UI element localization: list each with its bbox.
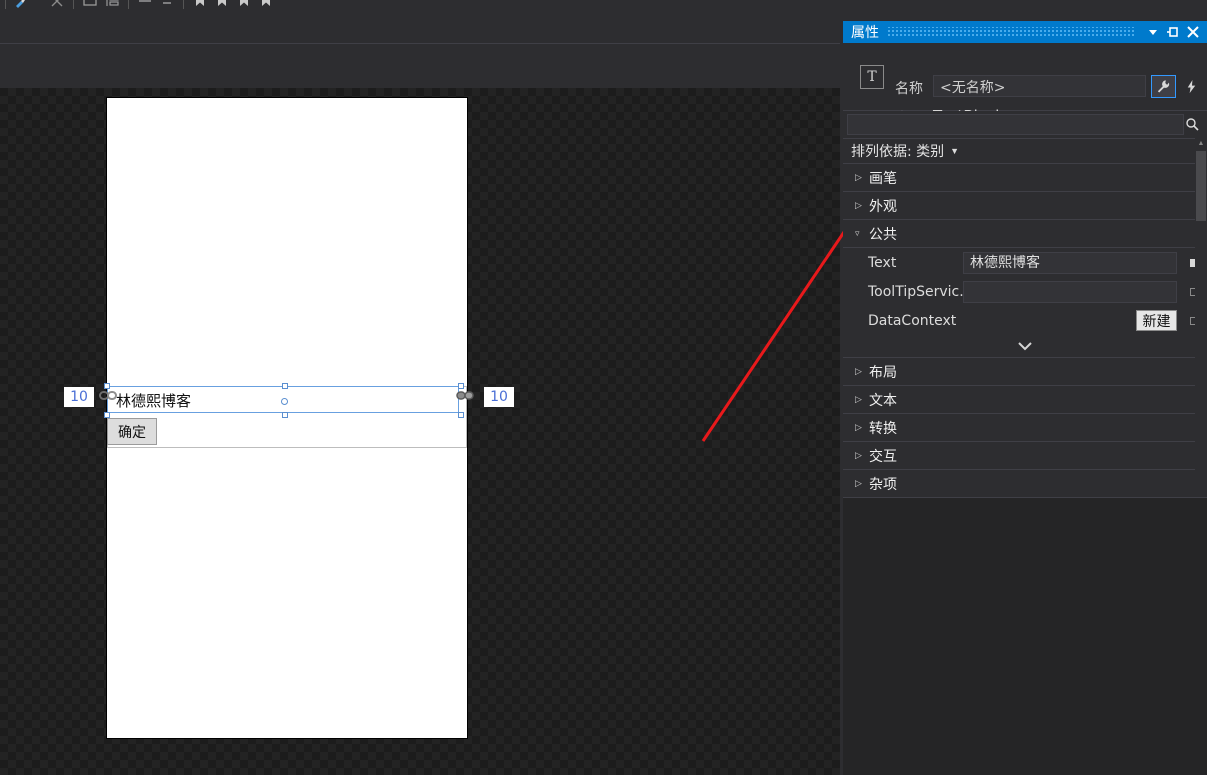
sort-by-row[interactable]: 排列依据: 类别 ▼ bbox=[843, 139, 1207, 164]
chevron-right-icon[interactable]: ▷ bbox=[855, 450, 869, 461]
category-row-layout[interactable]: ▷ 布局 bbox=[843, 358, 1207, 386]
chevron-right-icon[interactable]: ▷ bbox=[855, 478, 869, 489]
category-row-transform[interactable]: ▷ 转换 bbox=[843, 414, 1207, 442]
brush-tool-caret[interactable]: ▼ bbox=[33, 0, 46, 11]
property-name-text: Text bbox=[868, 254, 897, 271]
property-search-input[interactable] bbox=[847, 114, 1184, 135]
category-label: 杂项 bbox=[869, 476, 897, 493]
toolbar-overflow-caret[interactable]: ▼ bbox=[277, 0, 290, 11]
sort-by-label: 排列依据: 类别 bbox=[851, 144, 945, 160]
category-row-common[interactable]: ▿ 公共 bbox=[843, 220, 1207, 248]
element-name-input[interactable]: <无名称> bbox=[933, 75, 1146, 97]
selected-textblock-text: 林德熙博客 bbox=[116, 392, 192, 410]
main-toolbar: ▼ bbox=[0, 0, 840, 44]
events-tab-lightning-icon[interactable] bbox=[1179, 75, 1204, 98]
resize-handle-bottom-middle[interactable] bbox=[282, 412, 288, 418]
chevron-right-icon[interactable]: ▷ bbox=[855, 394, 869, 405]
panel-title: 属性 bbox=[851, 25, 879, 41]
category-label: 布局 bbox=[869, 364, 897, 381]
property-row-datacontext: DataContext 新建 bbox=[843, 306, 1207, 335]
distribute-v-icon[interactable] bbox=[156, 0, 178, 11]
properties-panel: 属性 T 名称 <无名称> 类型 bbox=[843, 21, 1207, 775]
property-name-datacontext: DataContext bbox=[868, 312, 957, 329]
align-edge-icon[interactable] bbox=[101, 0, 123, 11]
grid-tool-icon[interactable] bbox=[46, 0, 68, 11]
selected-textblock[interactable]: 林德熙博客 bbox=[104, 383, 464, 418]
name-field-label: 名称 bbox=[895, 81, 923, 97]
category-label: 文本 bbox=[869, 392, 897, 409]
align-box-icon[interactable] bbox=[79, 0, 101, 11]
chevron-down-icon[interactable]: ▿ bbox=[855, 228, 869, 239]
category-row-brush[interactable]: ▷ 画笔 bbox=[843, 164, 1207, 192]
expand-more-properties-button[interactable] bbox=[843, 335, 1207, 358]
panel-close-button[interactable] bbox=[1183, 22, 1203, 42]
property-name-tooltipservice: ToolTipServic... bbox=[868, 283, 973, 300]
property-value-text-input[interactable]: 林德熙博客 bbox=[963, 251, 1177, 274]
category-label: 画笔 bbox=[869, 170, 897, 187]
chevron-right-icon[interactable]: ▷ bbox=[855, 172, 869, 183]
datacontext-new-button[interactable]: 新建 bbox=[1136, 310, 1177, 331]
app-window: ▼ bbox=[0, 0, 1207, 775]
properties-panel-titlebar[interactable]: 属性 bbox=[843, 21, 1207, 43]
property-row-text: Text 林德熙博客 bbox=[843, 248, 1207, 277]
bookmark-icon-3[interactable] bbox=[233, 0, 255, 11]
category-row-interaction[interactable]: ▷ 交互 bbox=[843, 442, 1207, 470]
element-type-icon: T bbox=[860, 65, 884, 89]
property-row-tooltipservice: ToolTipServic... bbox=[843, 277, 1207, 306]
secondary-toolbar bbox=[0, 45, 840, 88]
chevron-right-icon[interactable]: ▷ bbox=[855, 366, 869, 377]
toolbar-separator bbox=[5, 0, 6, 9]
category-row-appearance[interactable]: ▷ 外观 bbox=[843, 192, 1207, 220]
property-search-row bbox=[843, 111, 1207, 139]
scrollbar-thumb[interactable] bbox=[1196, 151, 1206, 221]
brush-tool-icon[interactable] bbox=[11, 0, 33, 11]
margin-right-value[interactable]: 10 bbox=[484, 387, 514, 407]
design-surface[interactable]: 林德熙博客 确定 10 10 bbox=[0, 88, 840, 775]
panel-dropdown-button[interactable] bbox=[1143, 22, 1163, 42]
element-type-icon-letter: T bbox=[867, 69, 877, 85]
properties-list: ▷ 画笔 ▷ 外观 ▿ 公共 Text 林德熙博客 ToolTipServic.… bbox=[843, 164, 1207, 775]
properties-tab-wrench-icon[interactable] bbox=[1151, 75, 1176, 98]
margin-left-chain-icon[interactable] bbox=[99, 389, 118, 402]
sort-by-chevron-down-icon[interactable]: ▼ bbox=[950, 146, 959, 156]
bookmark-icon-4[interactable] bbox=[255, 0, 277, 11]
toolbar-icon-group: ▼ bbox=[0, 0, 290, 12]
property-value-tooltipservice-input[interactable] bbox=[963, 280, 1177, 303]
properties-header: T 名称 <无名称> 类型 TextBlock bbox=[843, 43, 1207, 127]
category-row-misc[interactable]: ▷ 杂项 bbox=[843, 470, 1207, 498]
chevron-right-icon[interactable]: ▷ bbox=[855, 422, 869, 433]
bookmark-icon-1[interactable] bbox=[189, 0, 211, 11]
scroll-up-arrow-icon[interactable]: ▲ bbox=[1195, 137, 1207, 149]
panel-drag-grip[interactable] bbox=[887, 27, 1135, 37]
toolbar-separator bbox=[183, 0, 184, 9]
category-label: 公共 bbox=[869, 226, 897, 243]
category-row-text[interactable]: ▷ 文本 bbox=[843, 386, 1207, 414]
rotation-center-handle[interactable] bbox=[281, 398, 288, 405]
toolbar-separator bbox=[73, 0, 74, 9]
margin-left-value[interactable]: 10 bbox=[64, 387, 94, 407]
distribute-h-icon[interactable] bbox=[134, 0, 156, 11]
category-label: 转换 bbox=[869, 420, 897, 437]
resize-handle-top-middle[interactable] bbox=[282, 383, 288, 389]
properties-scrollbar[interactable]: ▲ bbox=[1195, 137, 1207, 477]
category-label: 交互 bbox=[869, 448, 897, 465]
margin-right-chain-icon[interactable] bbox=[456, 389, 475, 402]
panel-autohide-button[interactable] bbox=[1163, 22, 1183, 42]
design-canvas-page[interactable]: 林德熙博客 确定 bbox=[104, 98, 467, 738]
toolbar-separator bbox=[128, 0, 129, 9]
search-icon[interactable] bbox=[1183, 114, 1201, 134]
resize-handle-bottom-right[interactable] bbox=[458, 412, 464, 418]
category-label: 外观 bbox=[869, 198, 897, 215]
chevron-right-icon[interactable]: ▷ bbox=[855, 200, 869, 211]
canvas-confirm-button[interactable]: 确定 bbox=[107, 418, 157, 445]
bookmark-icon-2[interactable] bbox=[211, 0, 233, 11]
